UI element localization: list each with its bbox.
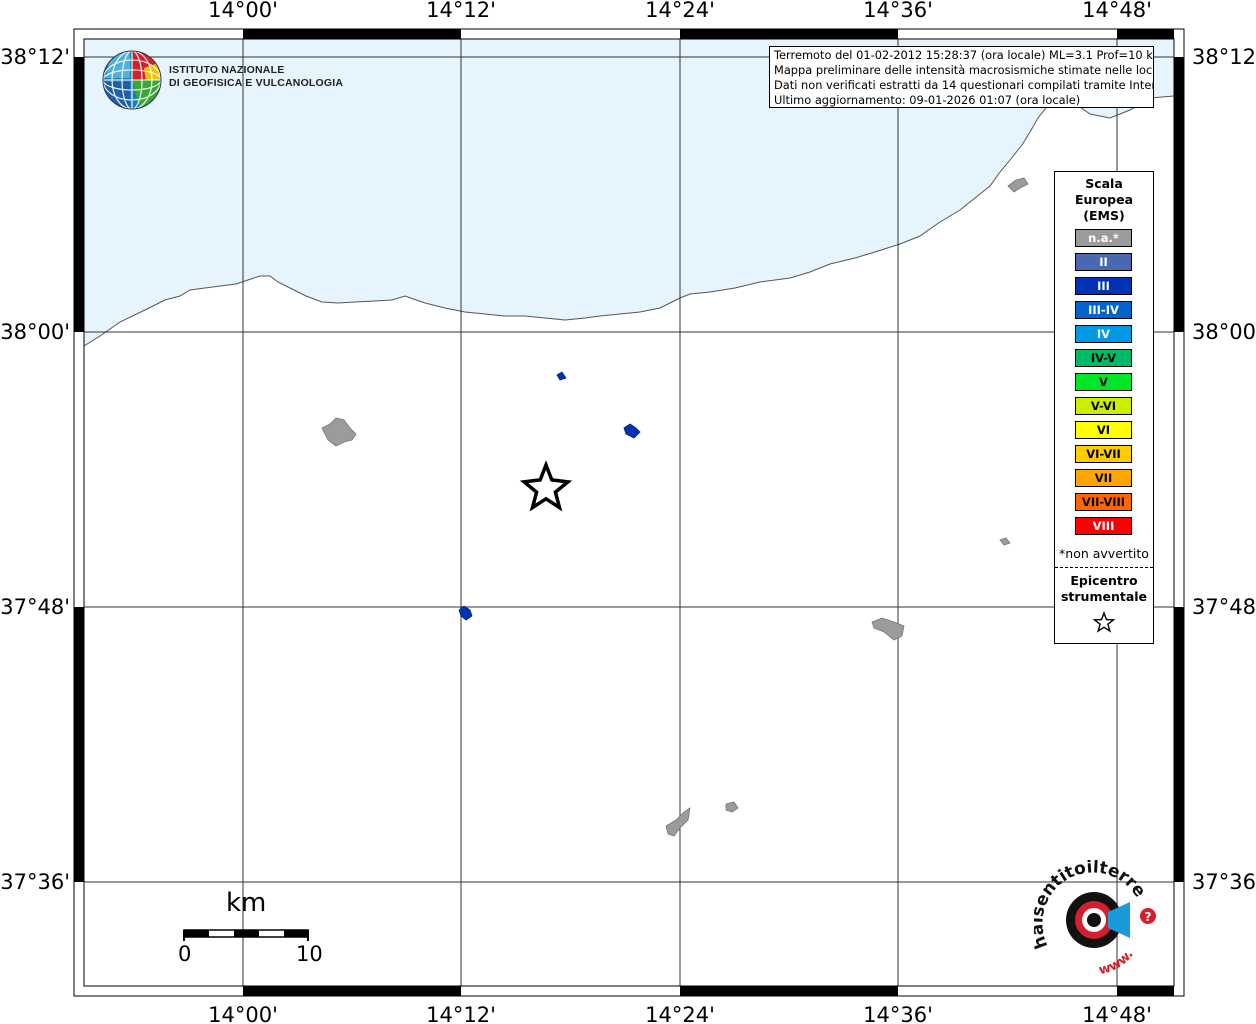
lon-label: 14°12' xyxy=(426,1003,496,1024)
lon-label: 14°12' xyxy=(426,0,496,22)
star-icon xyxy=(1092,610,1116,633)
lat-label: 38°12' xyxy=(1192,45,1256,69)
lon-label: 14°48' xyxy=(1082,0,1152,22)
legend-item: V-VI xyxy=(1075,397,1132,415)
legend-item: n.a.* xyxy=(1075,229,1132,247)
legend-item: VIII xyxy=(1075,517,1132,535)
locality-na xyxy=(725,801,739,813)
legend-item: VII-VIII xyxy=(1075,493,1132,511)
legend-item: VII xyxy=(1075,469,1132,487)
scale-bar: km 0 10 xyxy=(178,888,323,978)
lat-label: 37°48' xyxy=(0,595,70,619)
scale-unit: km xyxy=(226,888,267,918)
locality-iii xyxy=(623,423,641,439)
legend-item: V xyxy=(1075,373,1132,391)
legend-item: III xyxy=(1075,277,1132,295)
scale-end-label: 10 xyxy=(296,942,323,966)
info-line: Dati non verificati estratti da 14 quest… xyxy=(774,78,1154,92)
info-line: Terremoto del 01-02-2012 15:28:37 (ora l… xyxy=(774,48,1154,62)
left-lat-labels: 38°12' 38°00' 37°48' 37°36' xyxy=(0,45,70,894)
svg-text:www.: www. xyxy=(1097,947,1136,978)
scale-start-label: 0 xyxy=(178,942,192,966)
locality-markers-iii xyxy=(458,371,641,621)
institute-name-line1: ISTITUTO NAZIONALE xyxy=(169,64,285,76)
top-lon-labels: 14°00' 14°12' 14°24' 14°36' 14°48' xyxy=(208,0,1152,22)
locality-na xyxy=(999,537,1011,546)
lon-label: 14°36' xyxy=(863,1003,933,1024)
institute-name: ISTITUTO NAZIONALE DI GEOFISICA E VULCAN… xyxy=(169,64,343,90)
legend-item: III-IV xyxy=(1075,301,1132,319)
ingv-globe-logo xyxy=(102,50,162,110)
legend-separator xyxy=(1055,567,1153,568)
legend-title-line: Scala xyxy=(1085,176,1123,191)
locality-na xyxy=(321,417,357,447)
lat-label: 37°48' xyxy=(1192,595,1256,619)
locality-na xyxy=(871,617,905,641)
legend-epicenter-label: Epicentro strumentale xyxy=(1055,573,1153,605)
haisentito-logo: haisentitoilterremoto.it www. ? xyxy=(1034,860,1156,978)
intensity-legend: Scala Europea (EMS) n.a.* II III III-IV IV IV… xyxy=(1054,171,1154,644)
legend-item: VI xyxy=(1075,421,1132,439)
legend-item: II xyxy=(1075,253,1132,271)
legend-note: *non avvertito xyxy=(1059,546,1149,561)
right-lat-labels: 38°12' 38°00' 37°48' 37°36' xyxy=(1192,45,1256,894)
locality-na xyxy=(1007,177,1029,193)
logo-arc-prefix: www. xyxy=(1097,947,1136,978)
svg-text:?: ? xyxy=(1145,910,1152,924)
locality-iii xyxy=(556,371,567,381)
lat-label: 38°00' xyxy=(1192,320,1256,344)
lon-label: 14°00' xyxy=(208,0,278,22)
lat-label: 37°36' xyxy=(0,870,70,894)
institute-name-line2: DI GEOFISICA E VULCANOLOGIA xyxy=(169,77,344,89)
bottom-lon-labels: 14°00' 14°12' 14°24' 14°36' 14°48' xyxy=(208,1003,1152,1024)
legend-title-line: (EMS) xyxy=(1083,208,1125,223)
legend-epicenter-line: Epicentro xyxy=(1070,573,1138,588)
lat-label: 37°36' xyxy=(1192,870,1256,894)
legend-title: Scala Europea (EMS) xyxy=(1055,176,1153,224)
lon-label: 14°48' xyxy=(1082,1003,1152,1024)
lon-label: 14°24' xyxy=(645,0,715,22)
legend-epicenter-line: strumentale xyxy=(1060,589,1148,604)
lon-label: 14°36' xyxy=(863,0,933,22)
scale-bar-graphic xyxy=(183,929,309,941)
legend-item: IV-V xyxy=(1075,349,1132,367)
lon-label: 14°24' xyxy=(645,1003,715,1024)
epicenter-star xyxy=(519,460,573,512)
legend-item: VI-VII xyxy=(1075,445,1132,463)
lat-label: 38°12' xyxy=(0,45,70,69)
info-line: Mappa preliminare delle intensità macros… xyxy=(774,63,1154,77)
lon-label: 14°00' xyxy=(208,1003,278,1024)
info-line: Ultimo aggiornamento: 09-01-2026 01:07 (… xyxy=(774,93,1081,107)
legend-item: IV xyxy=(1075,325,1132,343)
locality-na xyxy=(665,807,691,837)
earthquake-info-box: Terremoto del 01-02-2012 15:28:37 (ora l… xyxy=(769,46,1154,108)
legend-title-line: Europea xyxy=(1074,192,1134,207)
lat-label: 38°00' xyxy=(0,320,70,344)
